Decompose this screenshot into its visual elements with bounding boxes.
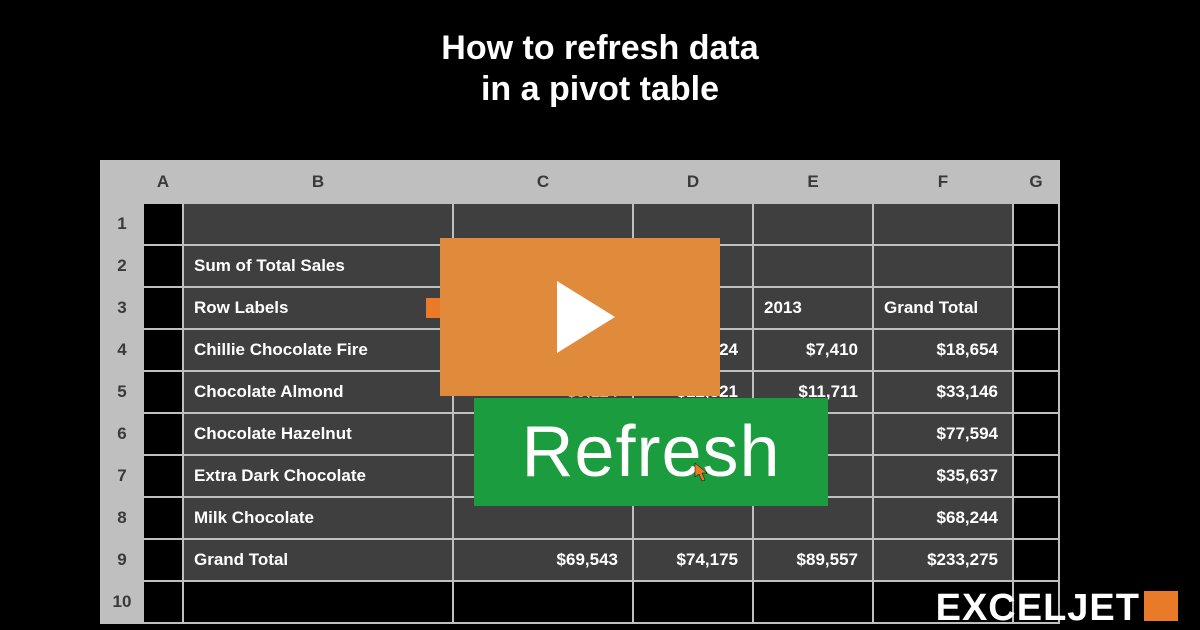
pivot-sum-label[interactable]: Sum of Total Sales [183,245,453,287]
grand-total-col-header[interactable]: Grand Total [873,287,1013,329]
row-header-8[interactable]: 8 [101,497,143,539]
row-9: 9 Grand Total $69,543 $74,175 $89,557 $2… [101,539,1059,581]
pivot-value[interactable]: $35,637 [873,455,1013,497]
refresh-callout-text: Refresh [521,411,780,493]
col-header-a[interactable]: A [143,161,183,203]
col-header-c[interactable]: C [453,161,633,203]
row-header-1[interactable]: 1 [101,203,143,245]
select-all-corner[interactable] [101,161,143,203]
pivot-value[interactable]: $68,244 [873,497,1013,539]
brand-logo: EXCELJET [936,587,1178,630]
cell[interactable] [753,203,873,245]
cell[interactable] [143,581,183,623]
pivot-row-label[interactable]: Chocolate Almond [183,371,453,413]
row-header-9[interactable]: 9 [101,539,143,581]
pivot-row-label[interactable]: Chillie Chocolate Fire [183,329,453,371]
play-icon [557,281,615,353]
brand-accent-icon [1144,591,1178,621]
pivot-row-labels-text: Row Labels [194,298,288,317]
row-header-2[interactable]: 2 [101,245,143,287]
col-header-d[interactable]: D [633,161,753,203]
row-header-5[interactable]: 5 [101,371,143,413]
col-header-b[interactable]: B [183,161,453,203]
year-header[interactable]: 2013 [753,287,873,329]
cell[interactable] [143,413,183,455]
grand-total-value[interactable]: $74,175 [633,539,753,581]
row-header-4[interactable]: 4 [101,329,143,371]
grand-total-row-label[interactable]: Grand Total [183,539,453,581]
pivot-row-label[interactable]: Milk Chocolate [183,497,453,539]
cell[interactable] [183,203,453,245]
cell[interactable] [1013,371,1059,413]
column-header-row: A B C D E F G [101,161,1059,203]
cell[interactable] [633,581,753,623]
col-header-g[interactable]: G [1013,161,1059,203]
cell[interactable] [753,245,873,287]
cell[interactable] [143,329,183,371]
grand-total-value[interactable]: $89,557 [753,539,873,581]
pivot-value[interactable]: $7,410 [753,329,873,371]
row-header-3[interactable]: 3 [101,287,143,329]
title-line-2: in a pivot table [0,69,1200,110]
cell[interactable] [143,245,183,287]
pivot-value[interactable]: $18,654 [873,329,1013,371]
brand-text: EXCELJET [936,587,1140,629]
cell[interactable] [1013,413,1059,455]
col-header-e[interactable]: E [753,161,873,203]
cell[interactable] [873,245,1013,287]
cell[interactable] [143,497,183,539]
cell[interactable] [143,203,183,245]
cell[interactable] [143,539,183,581]
cell[interactable] [1013,245,1059,287]
cell[interactable] [1013,203,1059,245]
row-header-6[interactable]: 6 [101,413,143,455]
refresh-callout: Refresh [474,398,828,506]
row-10: 10 [101,581,1059,623]
row-header-10[interactable]: 10 [101,581,143,623]
cell[interactable] [1013,455,1059,497]
cell[interactable] [143,287,183,329]
mouse-cursor-icon [694,462,710,482]
cell[interactable] [143,371,183,413]
cell[interactable] [1013,539,1059,581]
cell[interactable] [143,455,183,497]
pivot-value[interactable]: $33,146 [873,371,1013,413]
cell[interactable] [183,581,453,623]
col-header-f[interactable]: F [873,161,1013,203]
cell[interactable] [453,581,633,623]
video-play-button[interactable] [440,238,720,396]
pivot-row-label[interactable]: Chocolate Hazelnut [183,413,453,455]
row-header-7[interactable]: 7 [101,455,143,497]
pivot-row-label[interactable]: Extra Dark Chocolate [183,455,453,497]
cell[interactable] [753,581,873,623]
grand-total-value[interactable]: $69,543 [453,539,633,581]
cell[interactable] [1013,329,1059,371]
cell[interactable] [1013,287,1059,329]
grand-total-value[interactable]: $233,275 [873,539,1013,581]
title-line-1: How to refresh data [0,28,1200,69]
pivot-row-labels[interactable]: Row Labels [183,287,453,329]
cell[interactable] [1013,497,1059,539]
page-title: How to refresh data in a pivot table [0,0,1200,110]
cell[interactable] [873,203,1013,245]
pivot-value[interactable]: $77,594 [873,413,1013,455]
